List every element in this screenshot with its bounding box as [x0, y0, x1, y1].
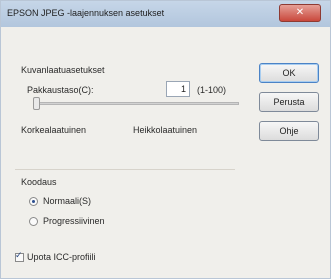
section-divider: [15, 169, 235, 170]
reset-button[interactable]: Perusta: [259, 92, 319, 112]
compression-range-label: (1-100): [197, 85, 227, 95]
compression-rate-input[interactable]: 1: [166, 81, 190, 97]
window-title: EPSON JPEG -laajennuksen asetukset: [7, 8, 165, 18]
help-button[interactable]: Ohje: [259, 121, 319, 141]
compression-rate-label: Pakkaustaso(C):: [27, 85, 94, 95]
compression-slider-track[interactable]: [35, 102, 239, 105]
close-icon: ✕: [295, 7, 305, 18]
quality-section-label: Kuvanlaatuasetukset: [21, 65, 105, 75]
title-bar: EPSON JPEG -laajennuksen asetukset ✕: [1, 1, 330, 27]
encoding-section-label: Koodaus: [21, 177, 57, 187]
embed-icc-label[interactable]: Upota ICC-profiili: [27, 252, 96, 262]
close-button[interactable]: ✕: [279, 4, 321, 22]
normal-encoding-label[interactable]: Normaali(S): [43, 196, 91, 206]
low-quality-label: Heikkolaatuinen: [133, 125, 198, 135]
high-quality-label: Korkealaatuinen: [21, 125, 87, 135]
compression-slider-thumb[interactable]: [33, 97, 40, 110]
progressive-encoding-label[interactable]: Progressiivinen: [43, 216, 105, 226]
normal-encoding-radio[interactable]: [29, 197, 38, 206]
ok-button[interactable]: OK: [259, 63, 319, 83]
progressive-encoding-radio[interactable]: [29, 217, 38, 226]
settings-dialog: EPSON JPEG -laajennuksen asetukset ✕ OK …: [0, 0, 331, 279]
embed-icc-checkbox[interactable]: [15, 250, 24, 262]
